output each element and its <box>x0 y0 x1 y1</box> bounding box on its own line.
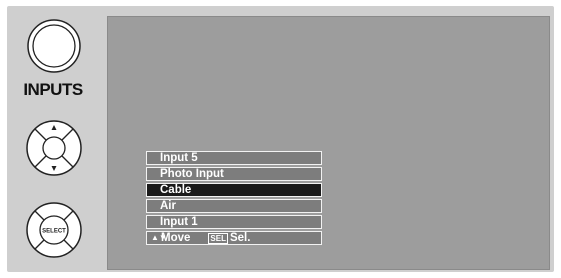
select-hint: Sel. <box>229 232 251 244</box>
input-menu: Input 5 Photo Input Cable Air Input 1 ▲▼… <box>146 151 322 247</box>
up-down-arrows-icon: ▲▼ <box>151 233 167 242</box>
menu-item-air[interactable]: Air <box>146 199 322 213</box>
select-button-icon[interactable]: SELECT <box>26 202 82 258</box>
remote-control-diagram: SELECT INPUTS <box>7 6 107 272</box>
dpad-icon[interactable] <box>26 120 82 176</box>
menu-item-input-1[interactable]: Input 1 <box>146 215 322 229</box>
menu-item-photo-input[interactable]: Photo Input <box>146 167 322 181</box>
remote-buttons-svg: SELECT <box>26 19 82 258</box>
menu-item-input-5[interactable]: Input 5 <box>146 151 322 165</box>
inputs-button-icon[interactable] <box>27 19 81 73</box>
tv-screen: Input 5 Photo Input Cable Air Input 1 ▲▼… <box>107 16 550 270</box>
menu-item-cable[interactable]: Cable <box>146 183 322 197</box>
select-button-label: SELECT <box>42 229 66 235</box>
input-selection-panel: SELECT INPUTS Input 5 Photo Input Cable … <box>7 6 554 272</box>
inputs-label: INPUTS <box>23 80 83 99</box>
sel-key-icon: SEL <box>208 232 228 244</box>
menu-footer: ▲▼ Move SEL Sel. <box>146 231 322 245</box>
move-hint: Move <box>161 232 191 244</box>
